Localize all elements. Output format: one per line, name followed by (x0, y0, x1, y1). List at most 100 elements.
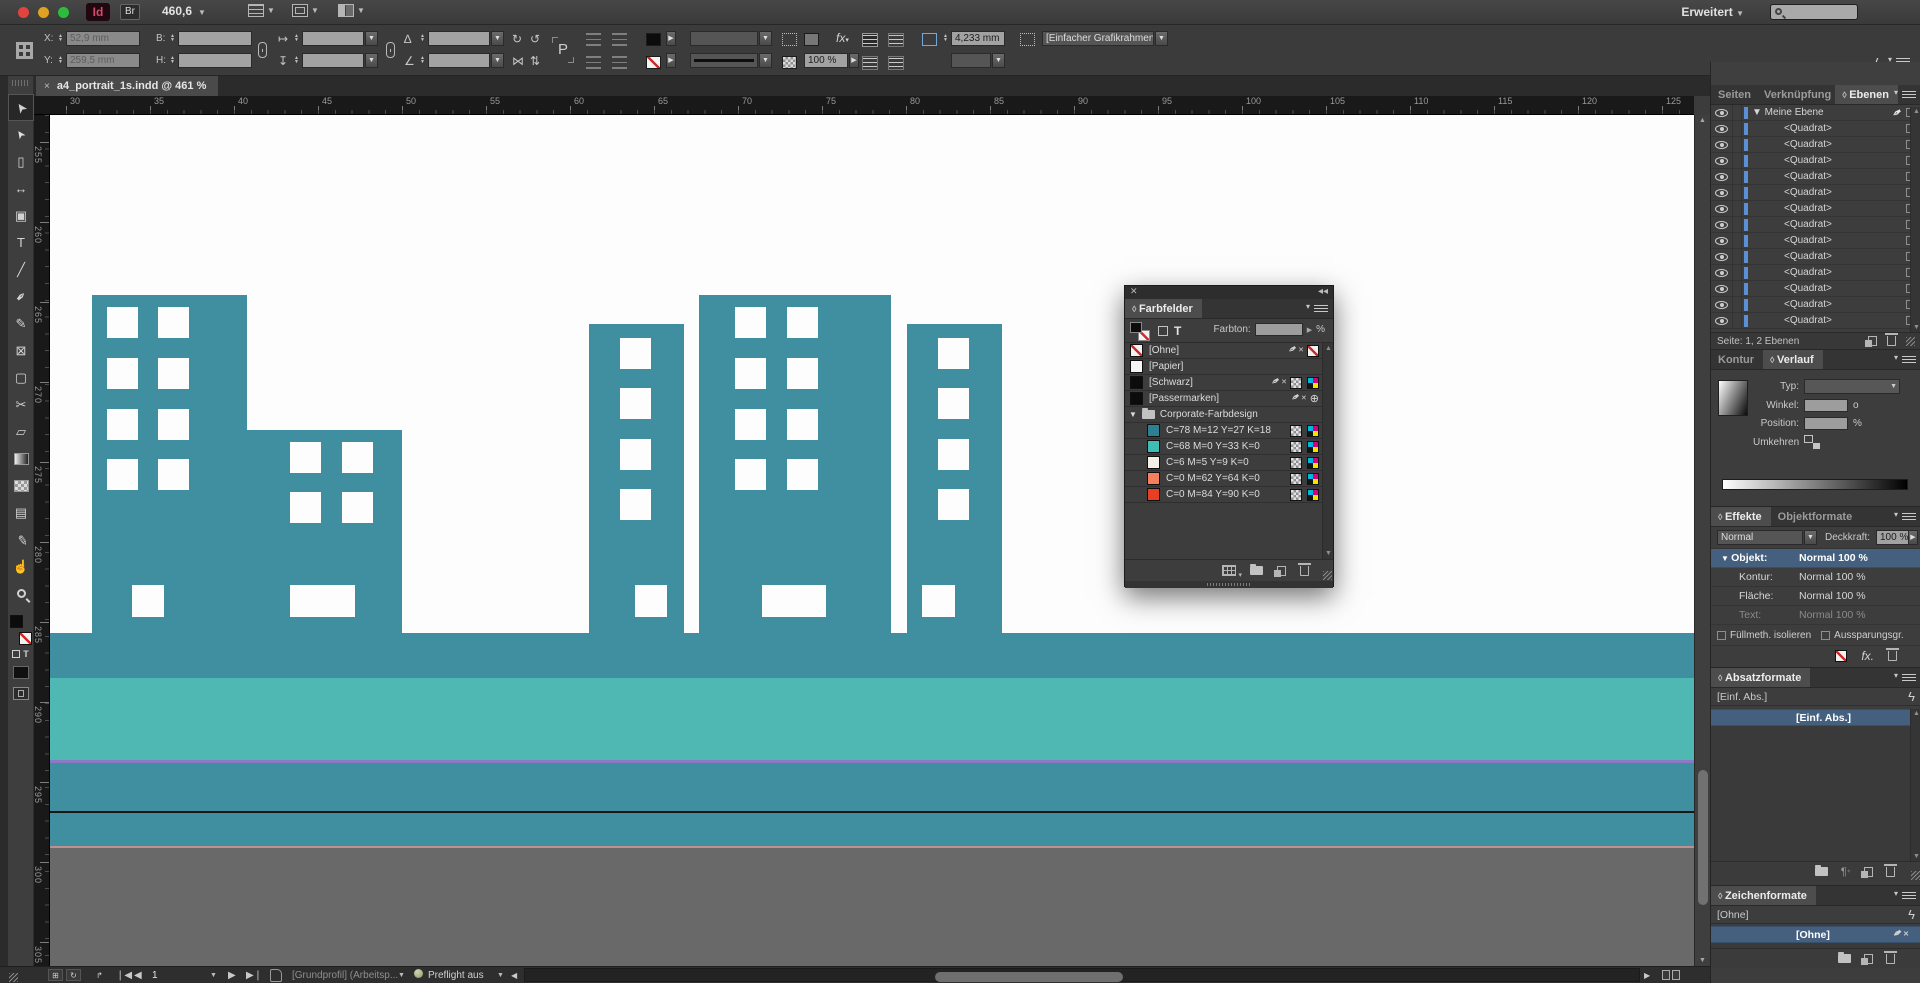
lock-cell[interactable] (1733, 249, 1742, 264)
tab-farbfelder[interactable]: Farbfelder (1125, 299, 1202, 318)
layer-object-row[interactable]: <Quadrat> (1711, 265, 1920, 281)
align-bottom-icon[interactable] (888, 56, 904, 70)
opacity-field[interactable]: 100 % (804, 53, 848, 68)
corner-radius-field[interactable]: 4,233 mm (951, 31, 1005, 46)
toolbar-grip[interactable] (12, 80, 29, 86)
gap-tool[interactable]: ↔ (8, 175, 34, 202)
scale-y-stepper[interactable]: ▲▼ (292, 53, 301, 68)
new-swatch-icon[interactable] (1277, 566, 1286, 576)
tab-verlauf[interactable]: Verlauf (1763, 350, 1823, 369)
layer-object-row[interactable]: <Quadrat> (1711, 137, 1920, 153)
search-input[interactable] (1770, 4, 1858, 20)
quick-apply-icon[interactable]: ϟ (1908, 689, 1915, 704)
layer-object-row[interactable]: <Quadrat> (1711, 233, 1920, 249)
effect-row[interactable]: Fläche:Normal 100 % (1711, 587, 1920, 606)
gradient-ramp[interactable] (1722, 479, 1908, 490)
delete-effect-icon[interactable] (1888, 651, 1897, 661)
zoom-tool[interactable] (8, 580, 34, 607)
rotate-cw-icon[interactable]: ↻ (512, 31, 522, 47)
eye-icon[interactable] (1715, 285, 1728, 293)
document-canvas[interactable]: ✕ ◂◂ Farbfelder T Farbton: ▶ % [Ohne][Pa… (50, 115, 1694, 966)
rotation-dropdown[interactable]: ▼ (491, 31, 504, 46)
effects-button[interactable]: fx▾ (836, 31, 849, 45)
lock-cell[interactable] (1733, 265, 1742, 280)
visibility-cell[interactable] (1711, 249, 1733, 264)
document-tab[interactable]: ×a4_portrait_1s.indd @ 461 % (36, 76, 218, 96)
lock-cell[interactable] (1733, 217, 1742, 232)
lock-cell[interactable] (1733, 121, 1742, 136)
tab-absatzformate[interactable]: Absatzformate (1711, 668, 1810, 687)
resize-grip[interactable] (1906, 337, 1915, 346)
update-preview-icon[interactable]: ↻ (66, 969, 81, 981)
stroke-style-field[interactable] (690, 53, 758, 68)
eye-icon[interactable] (1715, 141, 1728, 149)
workspace-switcher[interactable]: Erweitert ▼ (1681, 5, 1744, 19)
resize-grip[interactable] (9, 973, 18, 982)
lock-cell[interactable] (1733, 185, 1742, 200)
fx-button[interactable]: fx. (1861, 649, 1874, 663)
type-tool[interactable]: T (8, 229, 34, 256)
isolate-blending-checkbox[interactable]: Füllmeth. isolieren (1717, 630, 1811, 641)
eye-icon[interactable] (1715, 205, 1728, 213)
tab-effekte[interactable]: Effekte (1711, 507, 1771, 526)
rotation-stepper[interactable]: ▲▼ (418, 31, 427, 46)
opacity-dropdown[interactable]: ▶ (849, 53, 859, 68)
visibility-cell[interactable] (1711, 233, 1733, 248)
stroke-color-dropdown[interactable]: ▶ (666, 53, 676, 68)
x-field[interactable]: 52,9 mm (66, 31, 140, 46)
style-group-icon[interactable] (1815, 867, 1828, 876)
lock-cell[interactable] (1733, 105, 1742, 120)
select-previous-icon[interactable] (586, 56, 601, 69)
tab-verknuepfung[interactable]: Verknüpfung (1760, 85, 1835, 104)
effect-row[interactable]: Kontur:Normal 100 % (1711, 568, 1920, 587)
y-field[interactable]: 259,5 mm (66, 53, 140, 68)
swatch-row[interactable]: C=78 M=12 Y=27 K=18 (1125, 423, 1333, 439)
page-tool[interactable]: ▯ (8, 148, 34, 175)
scissors-tool[interactable]: ✂ (8, 391, 34, 418)
eye-icon[interactable] (1715, 157, 1728, 165)
swatch-row[interactable]: C=0 M=62 Y=64 K=0 (1125, 471, 1333, 487)
rotate-ccw-icon[interactable]: ↺ (530, 31, 540, 47)
spread-view-button[interactable] (1662, 970, 1680, 980)
fill-swatch[interactable] (10, 615, 23, 628)
flip-vertical-icon[interactable]: ⇅ (530, 53, 540, 69)
preflight-profile[interactable]: [Grundprofil] (Arbeitsp... (292, 969, 398, 982)
eye-icon[interactable] (1715, 317, 1728, 325)
height-stepper[interactable]: ▲▼ (168, 53, 177, 68)
eye-icon[interactable] (1715, 125, 1728, 133)
align-top-icon[interactable] (862, 56, 878, 70)
blend-mode-dropdown[interactable]: Normal (1717, 530, 1803, 545)
swatch-folder-row[interactable]: ▼Corporate-Farbdesign (1125, 407, 1333, 423)
zoom-level-dropdown[interactable]: 460,6▼ (162, 4, 206, 21)
flip-horizontal-icon[interactable]: ⋈ (512, 53, 524, 69)
shear-field[interactable] (428, 53, 490, 68)
scroll-right-icon[interactable]: ▶ (1644, 969, 1650, 982)
stroke-weight-field[interactable] (690, 31, 758, 46)
character-style-item[interactable]: [Ohne] (1711, 926, 1920, 943)
layer-object-row[interactable]: <Quadrat> (1711, 185, 1920, 201)
corner-shape-dropdown[interactable]: ▼ (992, 53, 1005, 68)
shear-stepper[interactable]: ▲▼ (418, 53, 427, 68)
lock-cell[interactable] (1733, 233, 1742, 248)
gradient-type-dropdown[interactable] (1804, 379, 1900, 394)
y-stepper[interactable]: ▲▼ (56, 53, 65, 68)
scroll-down-icon[interactable]: ▼ (1699, 957, 1706, 964)
height-field[interactable] (178, 53, 252, 68)
pen-tool[interactable]: ✒ (8, 283, 34, 310)
profile-dropdown-icon[interactable]: ▼ (398, 969, 405, 982)
maximize-window-button[interactable] (58, 7, 69, 18)
transparency-icon[interactable] (804, 33, 819, 46)
gradient-swatch-tool[interactable] (8, 445, 34, 472)
rectangle-tool[interactable]: ▢ (8, 364, 34, 391)
delete-style-icon[interactable] (1886, 954, 1895, 964)
page-dropdown-icon[interactable]: ▼ (210, 969, 217, 982)
lock-cell[interactable] (1733, 153, 1742, 168)
hand-tool[interactable]: ☝ (8, 553, 34, 580)
new-style-icon[interactable] (1864, 954, 1873, 964)
lock-cell[interactable] (1733, 313, 1742, 328)
vertical-scrollbar[interactable]: ▲ ▼ (1694, 115, 1710, 966)
tint-field[interactable] (1255, 323, 1303, 336)
object-style-dropdown[interactable]: ▼ (1155, 31, 1168, 46)
visibility-cell[interactable] (1711, 281, 1733, 296)
width-stepper[interactable]: ▲▼ (168, 31, 177, 46)
